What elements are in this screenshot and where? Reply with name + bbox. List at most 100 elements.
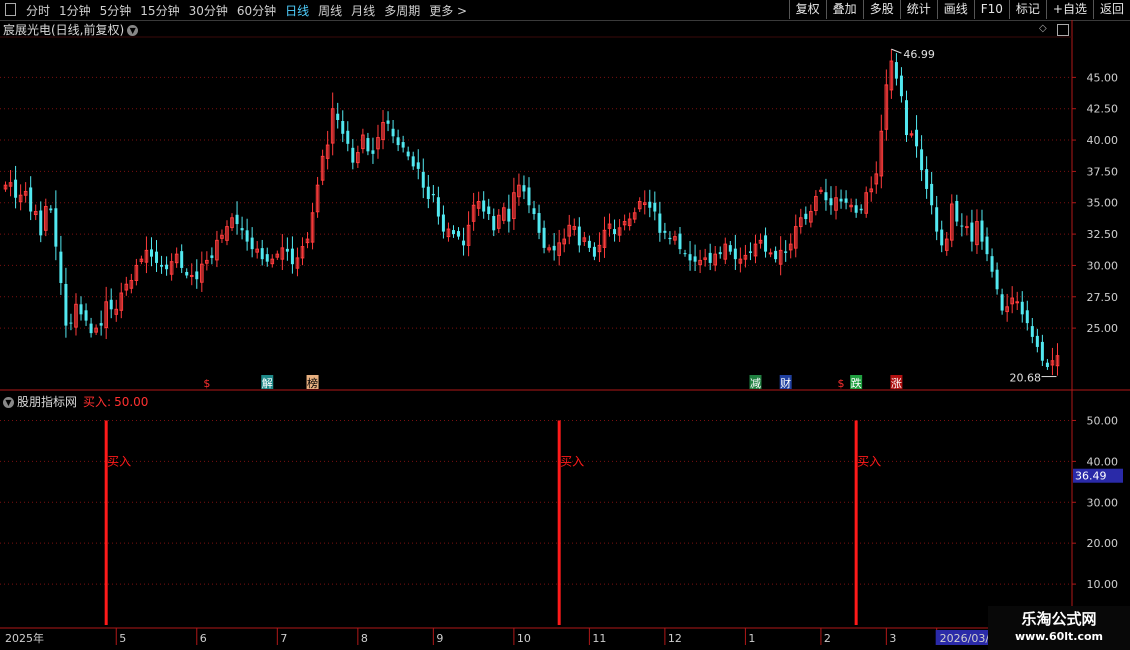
candle-body <box>784 251 788 253</box>
event-marker: $ <box>203 377 210 390</box>
candle-body <box>985 236 989 255</box>
candle-body <box>39 210 43 236</box>
candle-body <box>265 254 269 262</box>
y-tick-label: 27.50 <box>1087 291 1119 304</box>
x-tick-label: 3 <box>889 632 896 645</box>
candle-body <box>290 248 294 265</box>
candle-body <box>899 75 903 97</box>
signal-label: 买入 <box>857 454 881 468</box>
candle-body <box>1040 341 1044 361</box>
current-value-label: 36.49 <box>1075 470 1107 483</box>
candle-body <box>421 171 425 188</box>
y-tick-label: 32.50 <box>1087 228 1119 241</box>
x-tick-label: 9 <box>436 632 443 645</box>
x-tick-label: 2025年 <box>5 631 44 645</box>
candle-body <box>341 121 345 134</box>
x-tick-label: 12 <box>668 632 682 645</box>
candle-body <box>522 185 526 192</box>
candle-body <box>79 304 83 315</box>
candle-body <box>401 142 405 148</box>
candle-body <box>457 231 461 237</box>
candle-body <box>1020 301 1024 315</box>
candle-body <box>89 323 93 334</box>
candle-body <box>436 197 440 217</box>
signal-bar <box>557 420 561 625</box>
x-tick-label: 5 <box>119 632 126 645</box>
candle-body <box>764 235 768 252</box>
candle-body <box>965 226 969 229</box>
signal-bar <box>854 420 858 625</box>
candle-body <box>371 150 375 154</box>
candle-body <box>285 248 289 252</box>
signal-label: 买入 <box>107 454 131 468</box>
candle-body <box>406 151 410 157</box>
candle-body <box>165 264 169 270</box>
event-marker: 榜 <box>307 376 318 390</box>
watermark-logo: 乐淘公式网 www.60lt.com <box>988 606 1130 650</box>
candle-body <box>663 230 667 233</box>
candle-body <box>613 229 617 235</box>
event-marker: 涨 <box>891 377 902 390</box>
watermark-title: 乐淘公式网 <box>1021 610 1097 628</box>
candle-body <box>552 245 556 251</box>
candle-body <box>195 271 199 280</box>
candle-body <box>718 252 722 255</box>
x-tick-label: 2 <box>824 632 831 645</box>
high-label: 46.99 <box>903 48 935 61</box>
candle-body <box>844 198 848 203</box>
candle-body <box>1035 335 1039 347</box>
x-tick-label: 1 <box>748 632 755 645</box>
y-tick-label: 20.00 <box>1087 537 1119 550</box>
candle-body <box>708 252 712 263</box>
y-tick-label: 37.50 <box>1087 165 1119 178</box>
candle-body <box>366 138 370 152</box>
candle-body <box>829 198 833 206</box>
candle-body <box>587 240 591 248</box>
candle-body <box>1000 294 1004 311</box>
candle-body <box>451 230 455 235</box>
y-tick-label: 35.00 <box>1087 197 1119 210</box>
candle-body <box>109 299 113 310</box>
candle-body <box>240 228 244 231</box>
candle-body <box>980 220 984 242</box>
low-label: 20.68 <box>1009 372 1041 385</box>
x-tick-label: 8 <box>361 632 368 645</box>
candle-body <box>930 183 934 206</box>
candle-body <box>688 254 692 261</box>
candle-body <box>1015 301 1020 304</box>
candle-body <box>920 149 924 171</box>
y-tick-label: 50.00 <box>1087 414 1119 427</box>
candle-body <box>69 322 73 324</box>
signal-label: 买入 <box>560 454 584 468</box>
candle-body <box>995 269 999 290</box>
x-tick-label: 6 <box>200 632 207 645</box>
candle-body <box>185 271 189 276</box>
y-tick-label: 40.00 <box>1087 134 1119 147</box>
candle-body <box>482 200 486 212</box>
y-tick-label: 30.00 <box>1087 496 1119 509</box>
y-tick-label: 45.00 <box>1087 71 1119 84</box>
x-tick-label: 7 <box>280 632 287 645</box>
candle-body <box>970 222 974 242</box>
candle-body <box>733 248 737 260</box>
candle-body <box>693 256 697 262</box>
x-tick-label: 11 <box>592 632 606 645</box>
candle-body <box>824 192 828 201</box>
candle-body <box>29 187 33 212</box>
x-tick-label: 10 <box>517 632 531 645</box>
candle-body <box>728 245 732 252</box>
signal-bar <box>104 420 108 625</box>
candle-body <box>99 323 103 326</box>
event-marker: 解 <box>262 376 273 390</box>
candle-body <box>542 227 546 248</box>
candle-body <box>336 113 340 120</box>
event-marker: 财 <box>780 376 791 390</box>
candle-body <box>189 274 194 277</box>
candle-body <box>748 251 752 253</box>
kline-chart[interactable]: 45.00 42.50 40.00 37.50 35.00 32.50 30.00 27.50… <box>0 0 1130 650</box>
candle-body <box>54 208 58 247</box>
candle-body <box>351 147 355 163</box>
y-tick-label: 30.00 <box>1087 259 1119 272</box>
candle-body <box>1025 310 1029 324</box>
candle-body <box>683 253 687 255</box>
